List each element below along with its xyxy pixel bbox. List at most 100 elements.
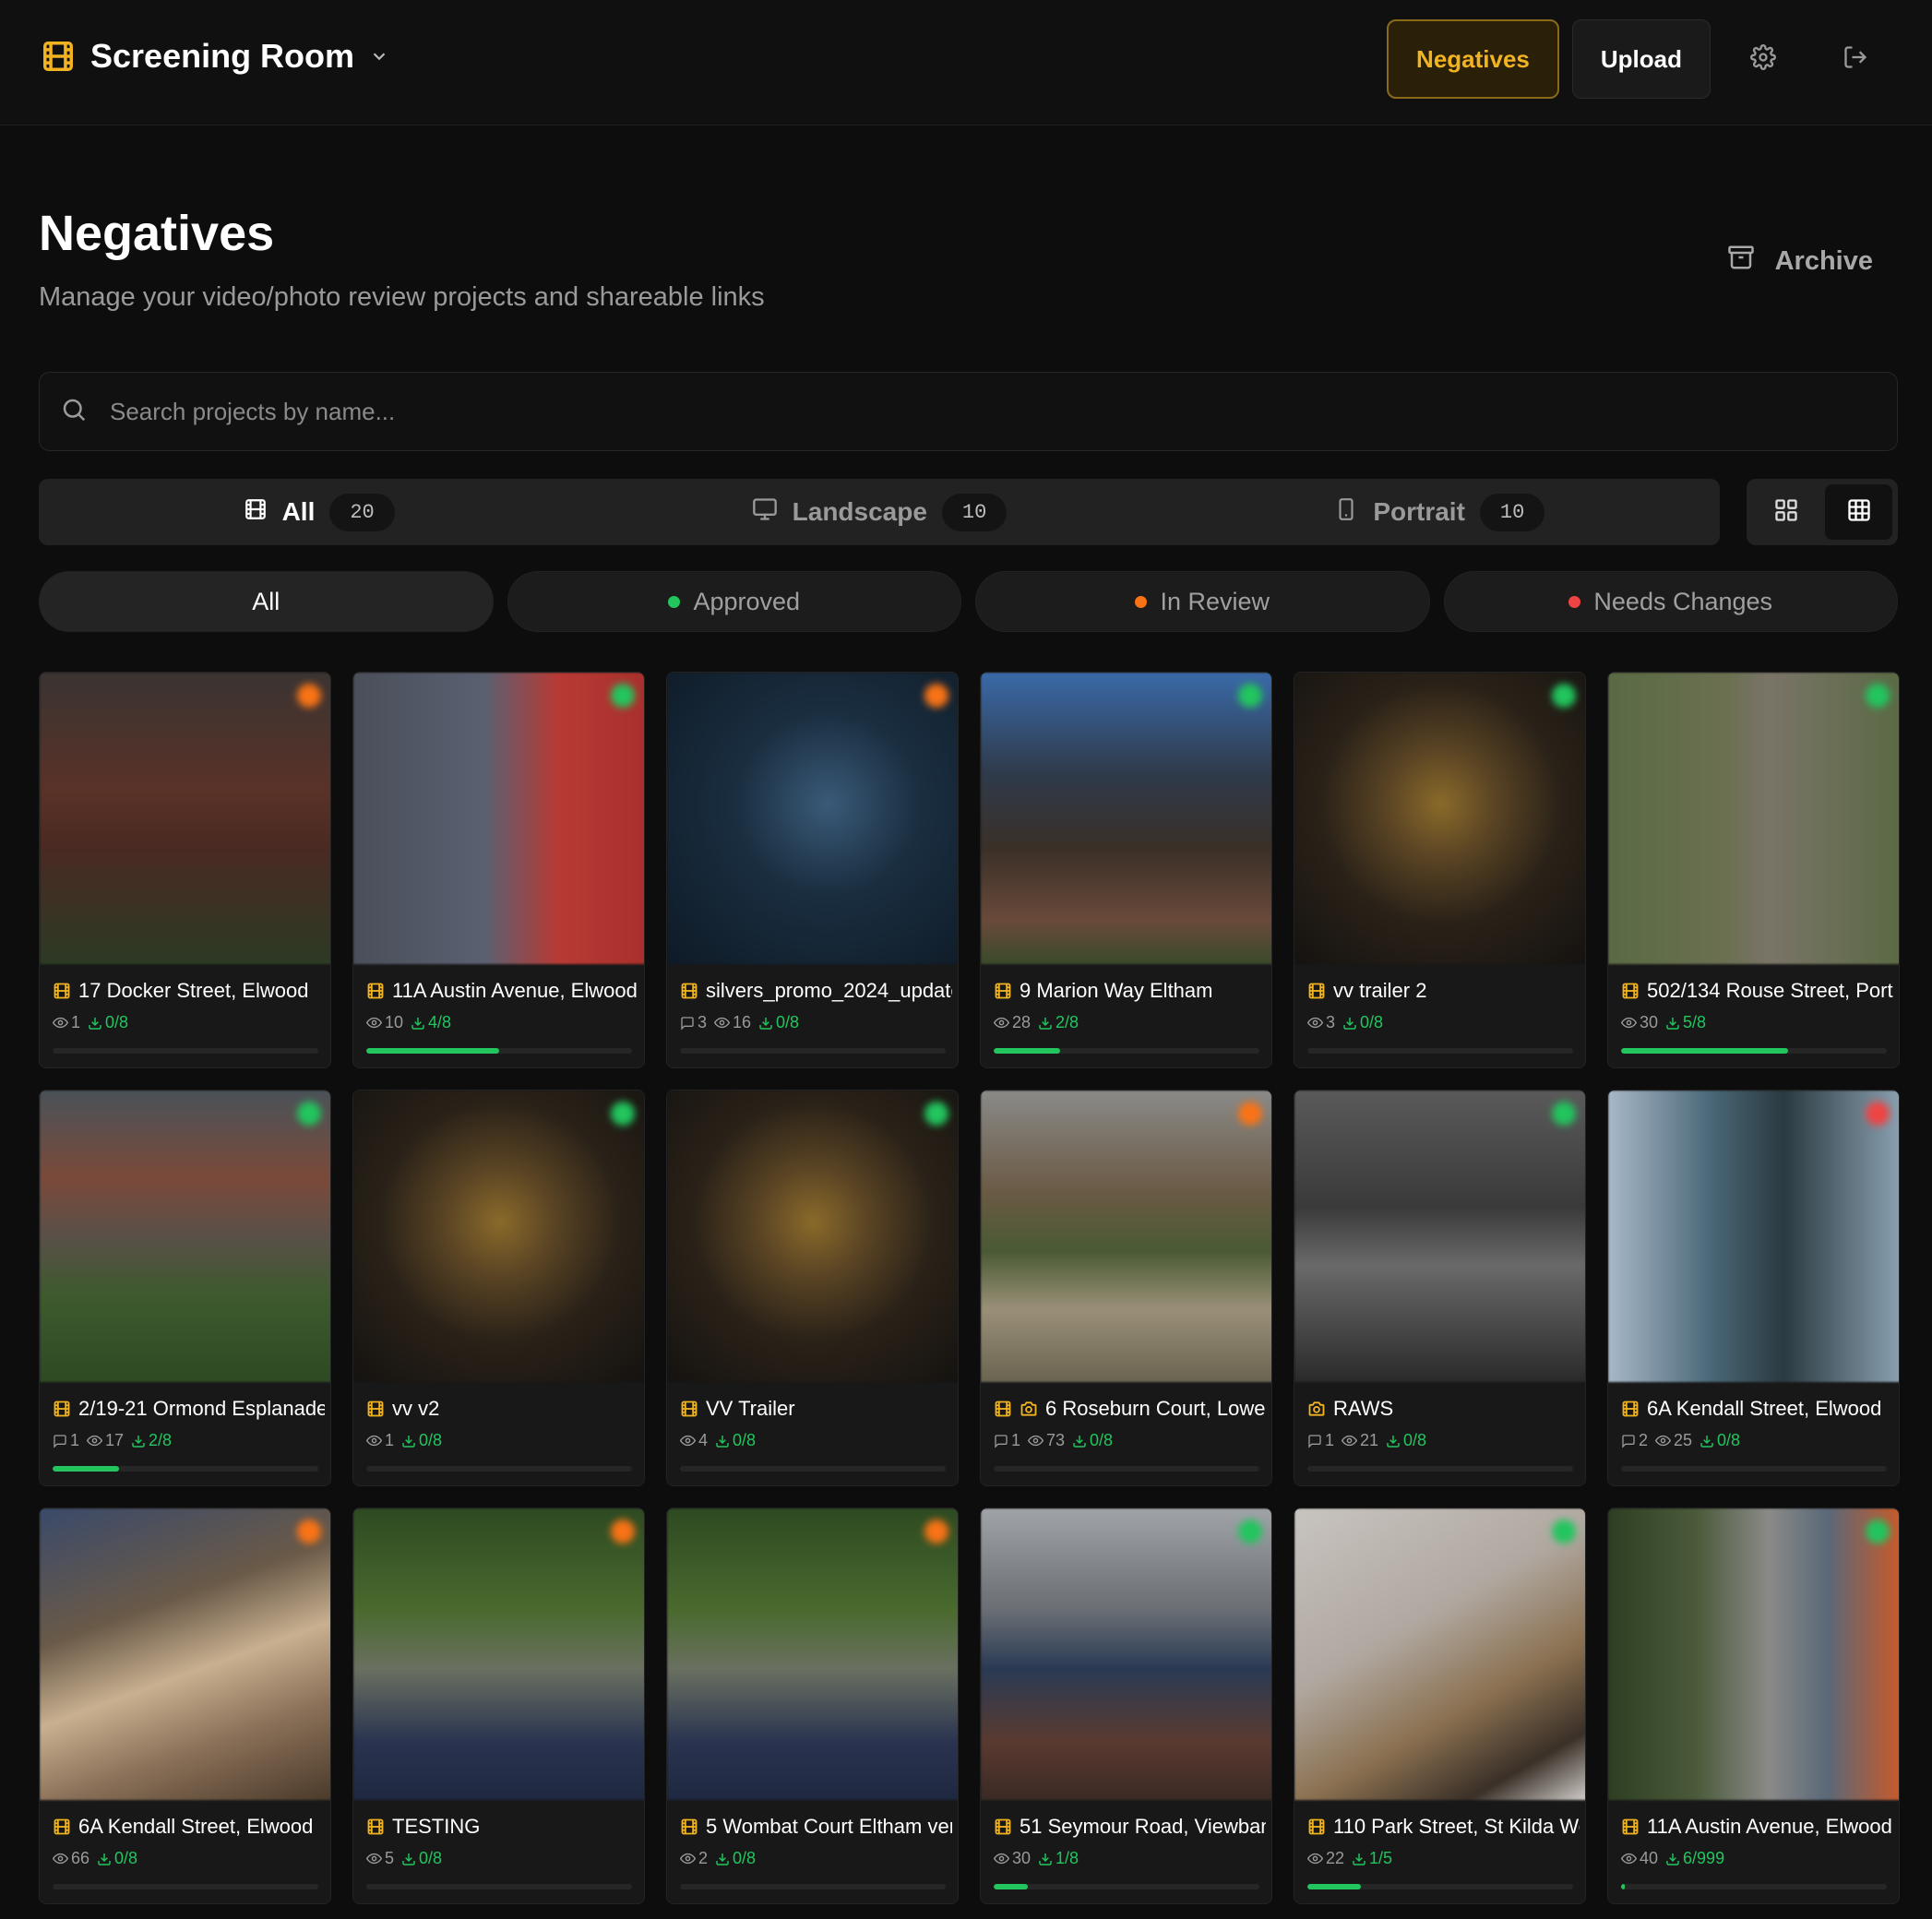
upload-button[interactable]: Upload (1571, 19, 1711, 99)
archive-button[interactable]: Archive (1727, 244, 1873, 279)
search-bar (39, 372, 1898, 451)
project-thumbnail (1608, 1508, 1899, 1800)
download-icon (1038, 1852, 1053, 1866)
large-grid-view-button[interactable] (1752, 484, 1819, 540)
app-header: Screening Room Negatives Upload (0, 0, 1932, 125)
project-card[interactable]: 6 Roseburn Court, Lower Plenty 1 73 0/8 (980, 1090, 1272, 1486)
view-toggle (1747, 479, 1898, 545)
project-card[interactable]: 17 Docker Street, Elwood 1 0/8 (39, 672, 331, 1068)
film-icon (1621, 1400, 1640, 1418)
view-count: 16 (714, 1013, 751, 1032)
project-card[interactable]: 11A Austin Avenue, Elwood 40 6/999 (1607, 1508, 1900, 1904)
project-card[interactable]: VV Trailer 4 0/8 (666, 1090, 959, 1486)
brand-menu[interactable]: Screening Room (41, 37, 389, 76)
status-dot (1238, 684, 1262, 708)
eye-icon (53, 1015, 68, 1031)
project-card[interactable]: vv trailer 2 3 0/8 (1294, 672, 1586, 1068)
project-card[interactable]: 6A Kendall Street, Elwood 66 0/8 (39, 1508, 331, 1904)
project-title: vv trailer 2 (1333, 979, 1427, 1002)
project-title: 6A Kendall Street, Elwood (78, 1815, 314, 1838)
download-count: 0/8 (401, 1849, 442, 1868)
eye-icon (1307, 1015, 1323, 1031)
project-thumbnail (1294, 673, 1585, 964)
project-title-row: 6A Kendall Street, Elwood (53, 1815, 325, 1839)
view-count: 4 (680, 1431, 708, 1450)
project-card[interactable]: vv v2 1 0/8 (352, 1090, 645, 1486)
project-card[interactable]: 9 Marion Way Eltham 28 2/8 (980, 672, 1272, 1068)
status-dot (297, 1102, 321, 1126)
project-card[interactable]: 51 Seymour Road, Viewbank 30 1/8 (980, 1508, 1272, 1904)
view-count: 5 (366, 1849, 394, 1868)
project-title: 6A Kendall Street, Elwood (1647, 1397, 1882, 1420)
small-grid-view-button[interactable] (1825, 484, 1892, 540)
project-title: RAWS (1333, 1397, 1394, 1420)
project-title: 6 Roseburn Court, Lower Plenty (1045, 1397, 1266, 1420)
filter-all[interactable]: All (39, 571, 494, 632)
archive-icon (1727, 244, 1755, 279)
film-icon (994, 1818, 1012, 1836)
project-card[interactable]: 11A Austin Avenue, Elwood 10 4/8 (352, 672, 645, 1068)
download-count: 4/8 (411, 1013, 451, 1032)
film-icon (1621, 1818, 1640, 1836)
progress-fill (366, 1048, 499, 1054)
eye-icon (1028, 1433, 1044, 1448)
camera-icon (1020, 1400, 1038, 1418)
view-count: 17 (87, 1431, 124, 1450)
project-thumbnail (667, 1508, 958, 1800)
tab-all[interactable]: All 20 (39, 479, 599, 545)
eye-icon (1621, 1015, 1637, 1031)
filter-in-review[interactable]: In Review (975, 571, 1430, 632)
project-thumbnail (1608, 1091, 1899, 1382)
download-count: 0/8 (715, 1431, 756, 1450)
project-card[interactable]: RAWS 1 21 0/8 (1294, 1090, 1586, 1486)
status-dot (668, 595, 681, 608)
search-input[interactable] (110, 397, 1771, 426)
project-title-row: 9 Marion Way Eltham (994, 979, 1266, 1003)
eye-icon (87, 1433, 103, 1448)
download-icon (715, 1434, 730, 1448)
download-count: 1/8 (1038, 1849, 1079, 1868)
download-icon (88, 1016, 102, 1031)
eye-icon (680, 1851, 696, 1866)
tab-portrait[interactable]: Portrait 10 (1160, 479, 1720, 545)
project-card[interactable]: silvers_promo_2024_updated 3 16 0/8 (666, 672, 959, 1068)
project-card[interactable]: 2/19-21 Ormond Esplanade 1 17 2/8 (39, 1090, 331, 1486)
eye-icon (366, 1851, 382, 1866)
project-title-row: 11A Austin Avenue, Elwood (1621, 1815, 1893, 1839)
logout-button[interactable] (1816, 19, 1895, 99)
settings-button[interactable] (1723, 19, 1803, 99)
film-icon (366, 982, 385, 1000)
negatives-button[interactable]: Negatives (1387, 19, 1559, 99)
progress-bar (1307, 1466, 1573, 1472)
progress-bar (1307, 1048, 1573, 1054)
download-icon (1072, 1434, 1087, 1448)
filter-approved[interactable]: Approved (507, 571, 961, 632)
project-thumbnail (40, 673, 330, 964)
project-title-row: 2/19-21 Ormond Esplanade (53, 1397, 325, 1421)
eye-icon (1307, 1851, 1323, 1866)
grid-small-icon (1846, 497, 1872, 528)
project-card[interactable]: TESTING 5 0/8 (352, 1508, 645, 1904)
download-icon (758, 1016, 773, 1031)
download-count: 0/8 (401, 1431, 442, 1450)
project-card[interactable]: 502/134 Rouse Street, Port Melbourne 30 … (1607, 672, 1900, 1068)
download-count: 2/8 (131, 1431, 172, 1450)
project-thumbnail (40, 1091, 330, 1382)
project-card[interactable]: 5 Wombat Court Eltham vertical 2 0/8 (666, 1508, 959, 1904)
filter-needs-changes[interactable]: Needs Changes (1443, 571, 1898, 632)
progress-bar (366, 1048, 632, 1054)
view-count: 73 (1028, 1431, 1065, 1450)
project-title: 51 Seymour Road, Viewbank (1020, 1815, 1266, 1838)
download-icon (1699, 1434, 1714, 1448)
project-card[interactable]: 110 Park Street, St Kilda West 22 1/5 (1294, 1508, 1586, 1904)
project-card[interactable]: 6A Kendall Street, Elwood 2 25 0/8 (1607, 1090, 1900, 1486)
film-icon (680, 1400, 698, 1418)
tab-landscape[interactable]: Landscape 10 (599, 479, 1159, 545)
progress-bar (1307, 1884, 1573, 1889)
status-dot (297, 684, 321, 708)
project-meta: 2 0/8 (680, 1849, 756, 1868)
project-meta: 66 0/8 (53, 1849, 137, 1868)
project-title: 502/134 Rouse Street, Port Melbourne (1647, 979, 1893, 1002)
progress-fill (1621, 1884, 1625, 1889)
tab-label: Portrait (1373, 497, 1465, 526)
